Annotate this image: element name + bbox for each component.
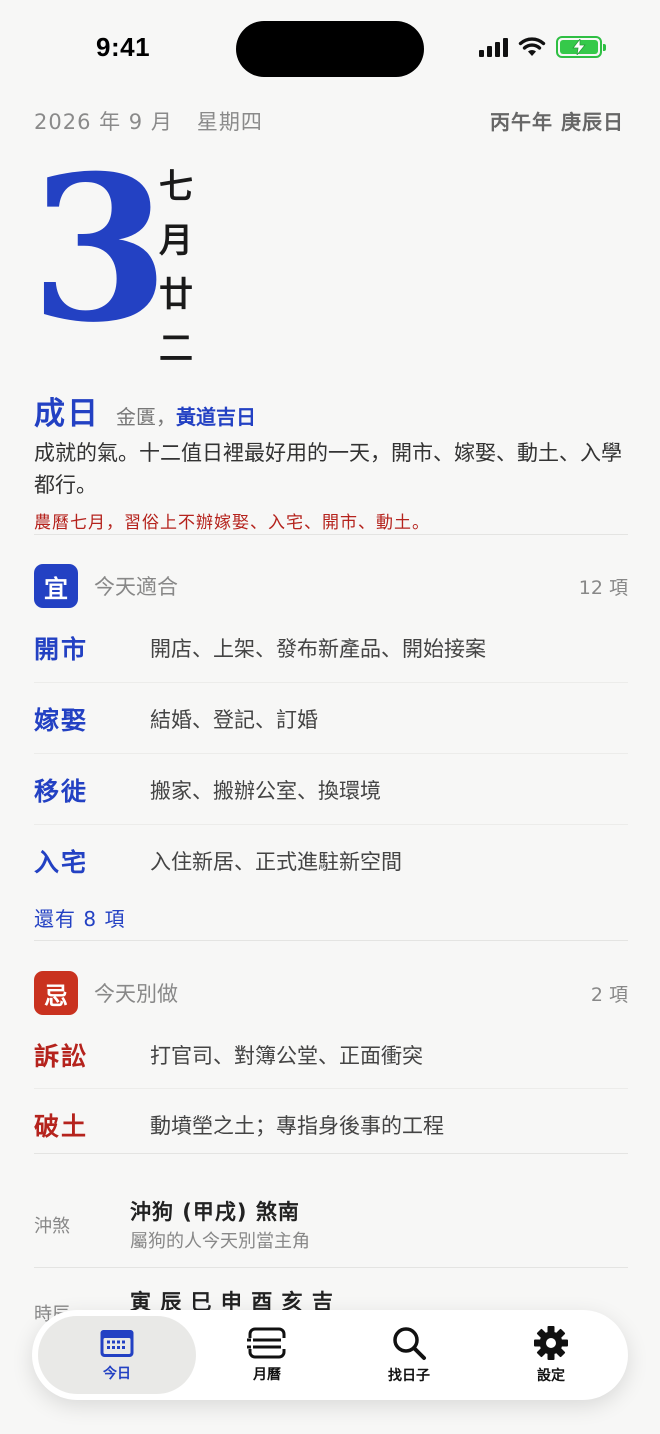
good-item-name: 開市: [34, 635, 89, 664]
day-god: 金匱，黃道吉日: [116, 401, 256, 430]
lunar-date: 七 月 廿 二: [158, 160, 194, 376]
ganzhi-label: 丙午年 庚辰日: [490, 110, 624, 134]
bad-item-name: 訴訟: [34, 1042, 89, 1071]
row-divider: [34, 824, 628, 825]
day-officer: 成日 金匱，黃道吉日: [34, 388, 256, 433]
battery-icon: [556, 36, 606, 58]
status-time: 9:41: [96, 32, 151, 62]
bad-section-label: 今天別做: [94, 982, 178, 1006]
lunar-char: 二: [159, 329, 193, 369]
day-description: 成就的氣。十二值日裡最好用的一天，開市、嫁娶、動土、入學都行。: [34, 441, 622, 497]
tab-label: 找日子: [388, 1368, 430, 1384]
divider: [34, 940, 628, 941]
status-bar: 9:41: [0, 0, 660, 96]
divider: [34, 1267, 628, 1268]
ghost-month-warning: 農曆七月，習俗上不辦嫁娶、入宅、開市、動土。: [34, 513, 430, 533]
tab-label: 設定: [537, 1368, 565, 1384]
tab-month[interactable]: 月曆: [196, 1316, 338, 1394]
bad-badge: 忌: [34, 971, 78, 1015]
year-month: 2026 年 9 月: [34, 110, 173, 134]
good-count: 12 項: [578, 576, 628, 599]
month-calendar-icon: [245, 1327, 289, 1359]
row-divider: [34, 682, 628, 683]
good-item-name: 移徙: [34, 777, 89, 806]
bad-item-row[interactable]: 破土 動墳塋之土；專指身後事的工程: [34, 1095, 628, 1155]
search-icon: [393, 1327, 426, 1360]
bad-item-desc: 打官司、對簿公堂、正面衝突: [150, 1044, 423, 1068]
clash-main: 沖狗 (甲戌) 煞南: [130, 1200, 300, 1224]
day-number: 3: [30, 132, 169, 367]
lunar-char: 月: [159, 221, 193, 261]
tab-label: 月曆: [253, 1367, 281, 1383]
calendar-today-icon: [100, 1330, 134, 1357]
good-item-desc: 結婚、登記、訂婚: [150, 708, 318, 732]
clash-row: 沖煞 沖狗 (甲戌) 煞南 屬狗的人今天別當主角: [34, 1190, 628, 1266]
clash-sub: 屬狗的人今天別當主角: [130, 1231, 310, 1252]
good-section-label: 今天適合: [94, 575, 178, 599]
day-god-name: 金匱，: [116, 405, 176, 429]
charging-bolt-icon: [572, 39, 586, 55]
good-item-row[interactable]: 開市 開店、上架、發布新產品、開始接案: [34, 618, 628, 678]
good-item-desc: 入住新居、正式進駐新空間: [150, 850, 402, 874]
good-item-desc: 搬家、搬辦公室、換環境: [150, 779, 381, 803]
row-divider: [34, 753, 628, 754]
good-item-name: 入宅: [34, 848, 89, 877]
good-item-row[interactable]: 嫁娶 結婚、登記、訂婚: [34, 689, 628, 749]
day-officer-name: 成日: [34, 396, 100, 432]
lunar-char: 七: [159, 167, 193, 207]
tab-settings[interactable]: 設定: [480, 1316, 622, 1394]
row-divider: [34, 1088, 628, 1089]
cellular-signal-icon: [479, 37, 508, 57]
bad-section-header: 忌 今天別做 2 項: [34, 970, 628, 1016]
clash-label: 沖煞: [34, 1216, 70, 1237]
bad-item-row[interactable]: 訴訟 打官司、對簿公堂、正面衝突: [34, 1025, 628, 1085]
wifi-icon: [518, 37, 546, 56]
divider: [34, 1153, 628, 1154]
bad-item-desc: 動墳塋之土；專指身後事的工程: [150, 1114, 444, 1138]
good-badge: 宜: [34, 564, 78, 608]
bad-count: 2 項: [590, 983, 628, 1006]
good-item-row[interactable]: 移徙 搬家、搬辦公室、換環境: [34, 760, 628, 820]
good-item-row[interactable]: 入宅 入住新居、正式進駐新空間: [34, 831, 628, 891]
tab-label: 今日: [103, 1366, 131, 1382]
gear-icon: [534, 1326, 568, 1360]
bad-item-name: 破土: [34, 1112, 89, 1141]
status-icons: [479, 36, 606, 58]
weekday: 星期四: [196, 110, 263, 134]
tab-today[interactable]: 今日: [38, 1316, 196, 1394]
auspicious-tag: 黃道吉日: [176, 405, 256, 429]
show-more-good-link[interactable]: 還有 8 項: [34, 903, 125, 932]
tab-find-day[interactable]: 找日子: [338, 1316, 480, 1394]
lunar-char: 廿: [159, 275, 193, 315]
good-section-header: 宜 今天適合 12 項: [34, 563, 628, 609]
dynamic-island: [236, 21, 424, 77]
good-item-name: 嫁娶: [34, 706, 89, 735]
tab-bar: 今日 月曆 找日子 設定: [32, 1310, 628, 1400]
divider: [34, 534, 628, 535]
good-item-desc: 開店、上架、發布新產品、開始接案: [150, 637, 486, 661]
